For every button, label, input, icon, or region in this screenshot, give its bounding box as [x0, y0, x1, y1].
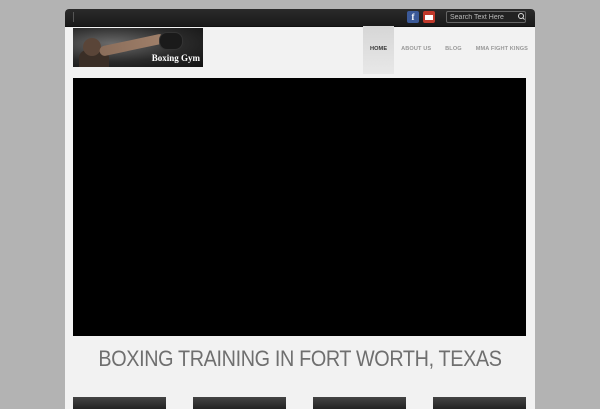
hero-video[interactable] [73, 78, 526, 336]
facebook-icon[interactable]: f [407, 11, 419, 23]
divider [73, 12, 74, 22]
nav-item-about-us[interactable]: ABOUT US [394, 26, 438, 74]
search-box [446, 11, 526, 23]
feature-thumbnail[interactable] [313, 397, 406, 409]
nav-item-home[interactable]: HOME [362, 26, 395, 74]
feature-thumbnail[interactable] [433, 397, 526, 409]
page-wrapper: f Boxing Gym HOME ABOUT US BLOG MMA FIGH… [65, 9, 535, 409]
boxing-glove-icon [159, 32, 183, 50]
logo-boxer-head [83, 38, 101, 56]
top-bar: f [65, 9, 535, 27]
logo-text: Boxing Gym [151, 53, 200, 63]
main-nav: HOME ABOUT US BLOG MMA FIGHT KINGS [362, 26, 535, 74]
feature-thumbnail[interactable] [73, 397, 166, 409]
nav-item-mma-fight-kings[interactable]: MMA FIGHT KINGS [469, 26, 535, 74]
flag-glyph [425, 14, 433, 20]
rss-icon[interactable] [423, 11, 435, 23]
page-headline: BOXING TRAINING IN FORT WORTH, TEXAS [98, 346, 502, 371]
nav-item-blog[interactable]: BLOG [438, 26, 469, 74]
feature-thumbnail[interactable] [193, 397, 286, 409]
site-logo[interactable]: Boxing Gym [73, 28, 203, 67]
search-input[interactable] [447, 12, 516, 22]
search-icon[interactable] [516, 12, 525, 22]
